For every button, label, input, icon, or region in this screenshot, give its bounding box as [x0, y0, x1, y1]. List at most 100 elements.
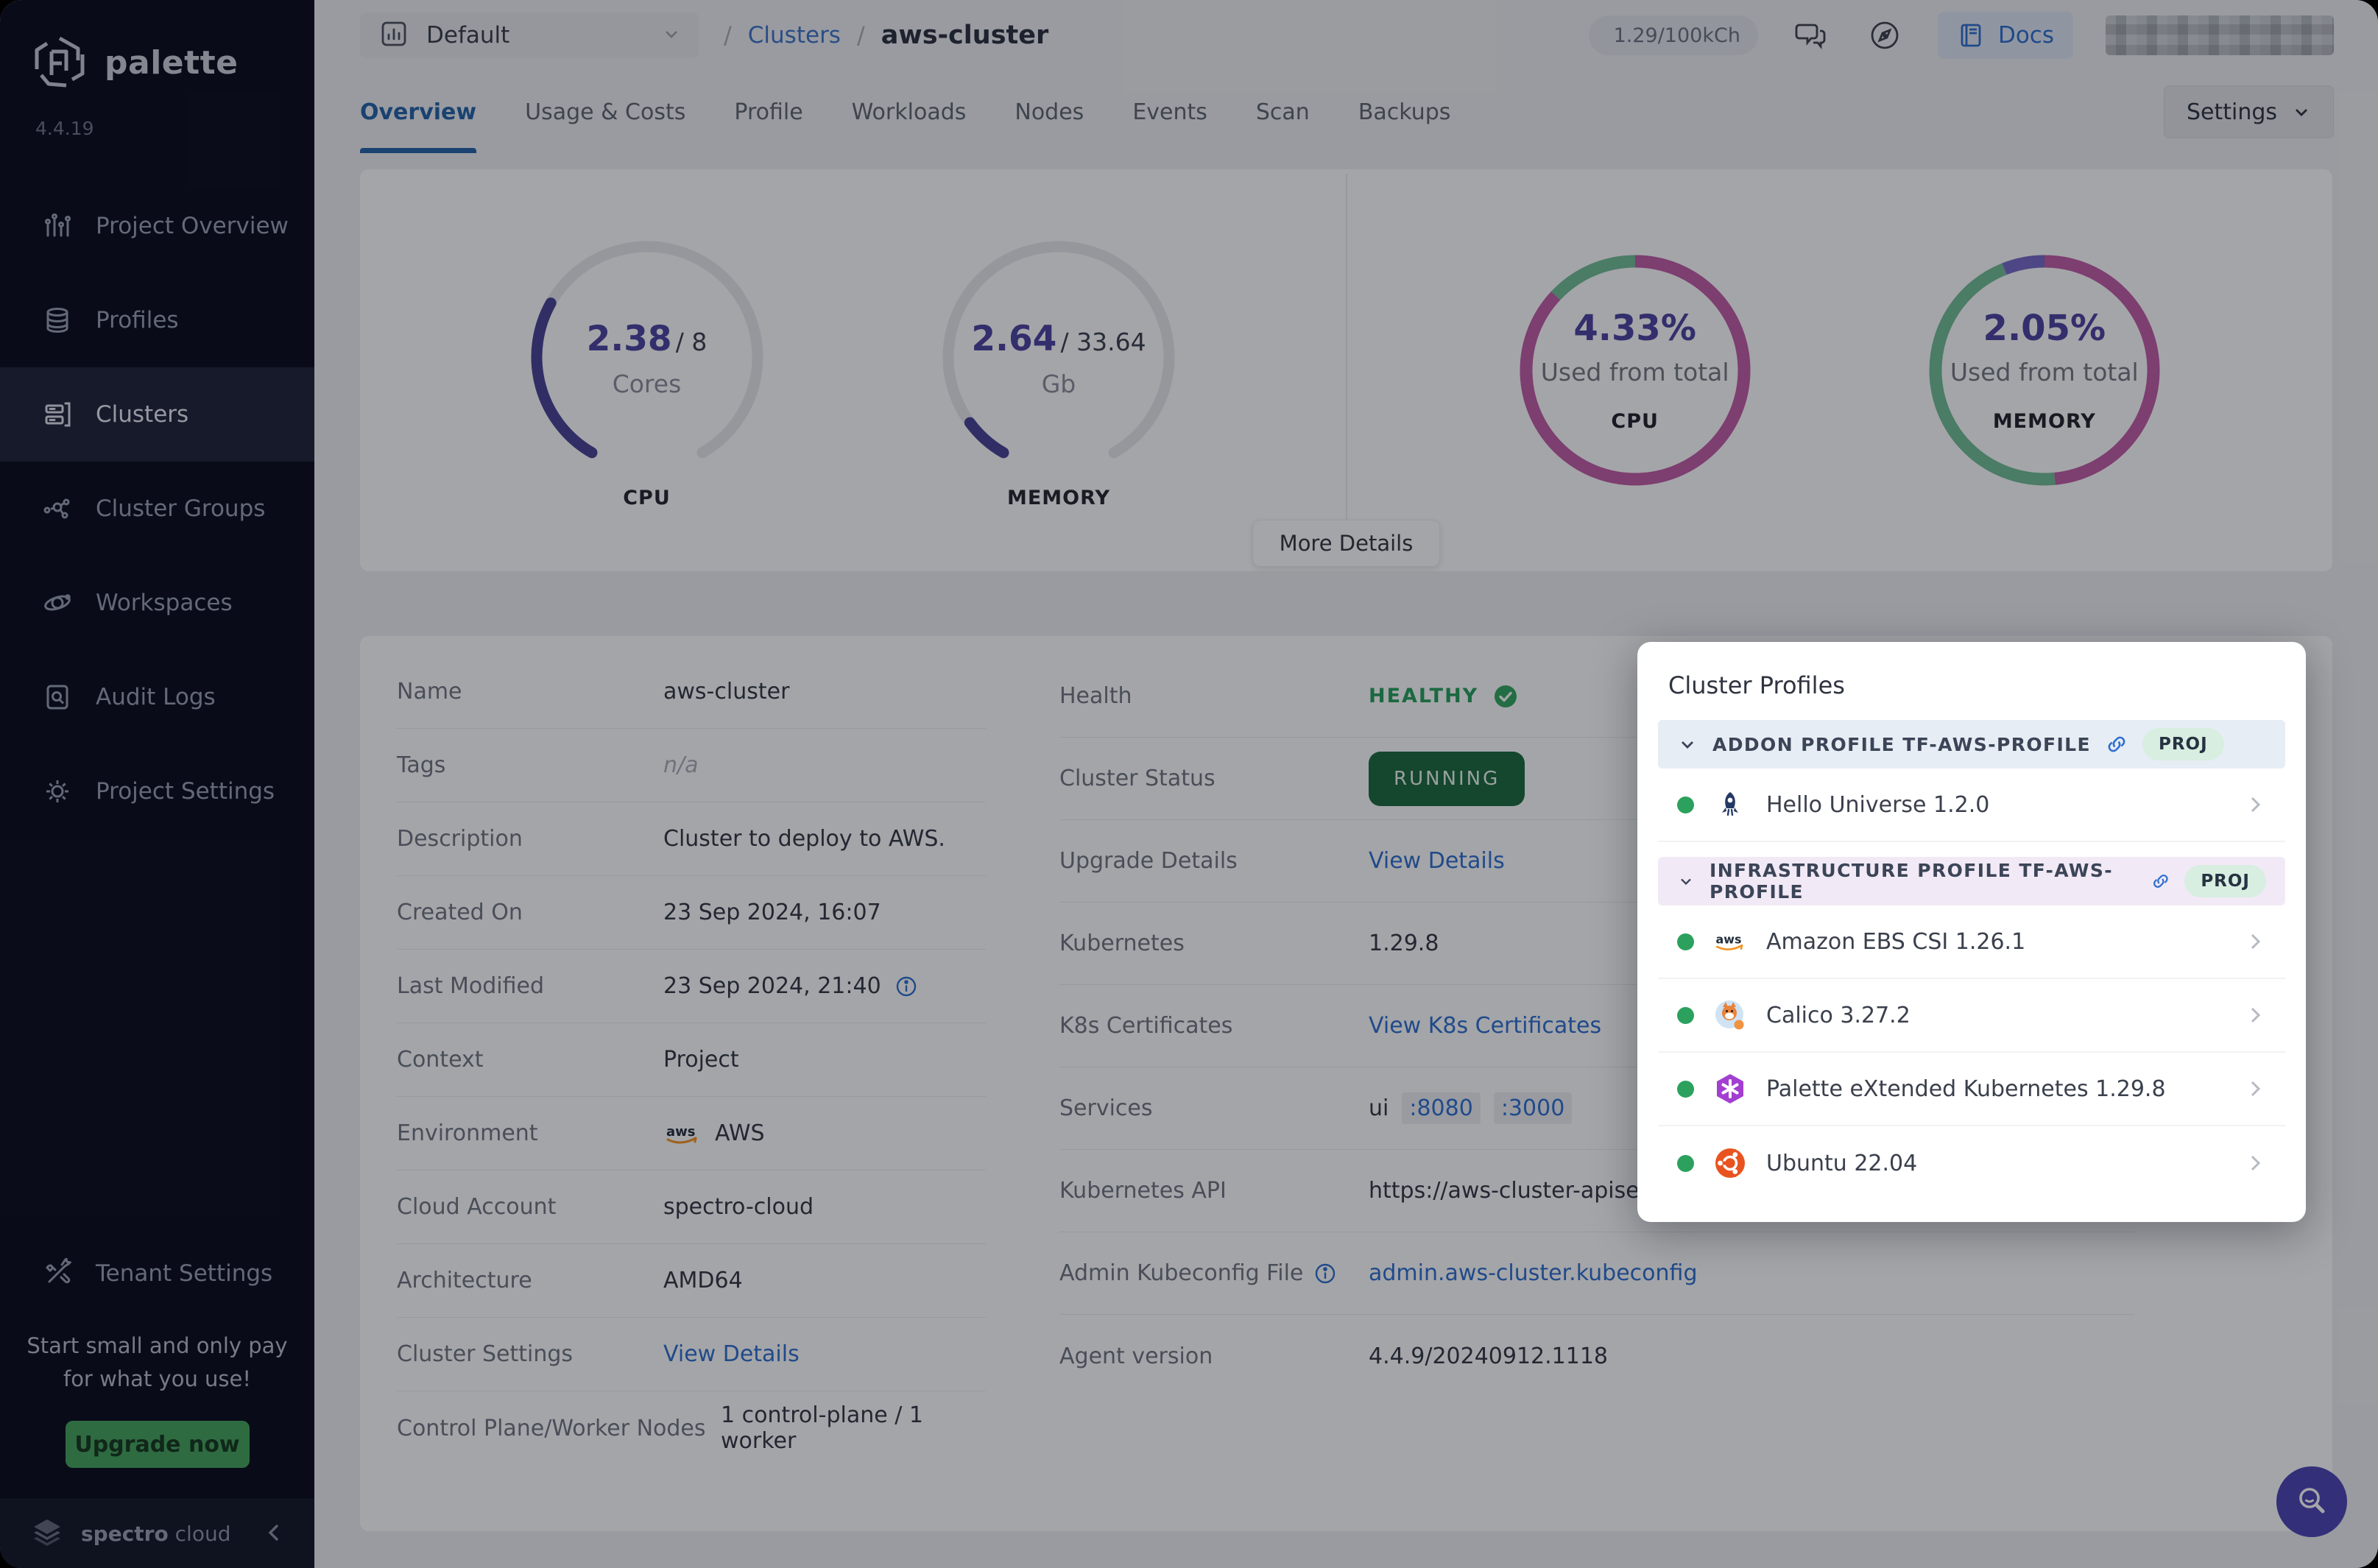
app-window: palette 4.4.19 Project Overview Profiles: [0, 0, 2378, 1568]
tab-profile[interactable]: Profile: [734, 71, 802, 153]
aws-logo-icon: aws: [1713, 925, 1747, 958]
tab-backups[interactable]: Backups: [1358, 71, 1451, 153]
chevron-down-icon: [1677, 734, 1698, 755]
service-port-link[interactable]: :8080: [1402, 1092, 1480, 1124]
cpu-total-value: / 8: [676, 328, 708, 356]
pack-status-dot: [1677, 1081, 1694, 1098]
gauges-panel: 2.38 / 8 Cores CPU 2.64: [360, 169, 1346, 571]
tab-usage-costs[interactable]: Usage & Costs: [525, 71, 685, 153]
tab-nodes[interactable]: Nodes: [1015, 71, 1084, 153]
search-fab-button[interactable]: [2276, 1466, 2347, 1537]
sidebar: palette 4.4.19 Project Overview Profiles: [0, 0, 314, 1568]
spectro-cloud-wordmark: spectro cloud: [81, 1522, 230, 1546]
sidebar-item-project-overview[interactable]: Project Overview: [0, 179, 314, 273]
memory-gauge-title: MEMORY: [934, 487, 1184, 509]
profile-pack-calico[interactable]: Calico 3.27.2: [1658, 979, 2285, 1053]
profile-pack-amazon-ebs-csi[interactable]: aws Amazon EBS CSI 1.26.1: [1658, 905, 2285, 979]
pack-status-dot: [1677, 933, 1694, 950]
project-overview-icon: [41, 210, 74, 242]
health-status: HEALTHY: [1369, 685, 1478, 707]
cluster-groups-icon: [41, 492, 74, 525]
tab-scan[interactable]: Scan: [1256, 71, 1310, 153]
infrastructure-profile-section-header[interactable]: INFRASTRUCTURE PROFILE TF-AWS-PROFILE PR…: [1658, 857, 2285, 905]
memory-total-value: / 33.64: [1060, 328, 1146, 356]
memory-used-percent: 2.05%: [1983, 308, 2106, 349]
detail-row-tags: Tags n/a: [397, 729, 986, 802]
sidebar-item-project-settings[interactable]: Project Settings: [0, 744, 314, 838]
more-details-button[interactable]: More Details: [1252, 520, 1441, 567]
tab-workloads[interactable]: Workloads: [852, 71, 967, 153]
service-port-link[interactable]: :3000: [1494, 1092, 1572, 1124]
proj-scope-badge: PROJ: [2142, 728, 2224, 760]
tab-events[interactable]: Events: [1132, 71, 1207, 153]
chevron-right-icon: [2244, 930, 2266, 953]
memory-donut-title: MEMORY: [1993, 410, 2096, 433]
ubuntu-icon: [1713, 1146, 1747, 1180]
topbar: Default / Clusters / aws-cluster 1.29/10…: [314, 0, 2378, 71]
workspaces-icon: [41, 587, 74, 619]
svg-text:aws: aws: [1716, 933, 1742, 947]
detail-row-agent-version: Agent version 4.4.9/20240912.1118: [1059, 1315, 2134, 1397]
sidebar-item-audit-logs[interactable]: Audit Logs: [0, 650, 314, 744]
details-left-column: Name aws-cluster Tags n/a Description Cl…: [360, 655, 1023, 1509]
addon-profile-section-header[interactable]: ADDON PROFILE TF-AWS-PROFILE PROJ: [1658, 720, 2285, 769]
project-selector[interactable]: Default: [360, 13, 699, 58]
check-circle-icon: [1492, 682, 1520, 710]
profile-pack-hello-universe[interactable]: Hello Universe 1.2.0: [1658, 769, 2285, 842]
upgrade-now-button[interactable]: Upgrade now: [66, 1421, 250, 1468]
info-icon[interactable]: [1313, 1262, 1337, 1285]
detail-row-last-modified: Last Modified 23 Sep 2024, 21:40: [397, 950, 986, 1023]
upgrade-view-details-link[interactable]: View Details: [1369, 848, 1505, 874]
memory-used-value: 2.64: [971, 319, 1056, 359]
user-identity-redacted: [2106, 15, 2334, 55]
brand-name: palette: [105, 44, 239, 82]
breadcrumb-clusters-link[interactable]: Clusters: [748, 22, 841, 49]
cluster-tabs: Overview Usage & Costs Profile Workloads…: [314, 71, 2378, 153]
sidebar-collapse-icon[interactable]: [263, 1522, 285, 1547]
sidebar-item-profiles[interactable]: Profiles: [0, 273, 314, 367]
tab-overview[interactable]: Overview: [360, 71, 476, 153]
settings-button[interactable]: Settings: [2164, 85, 2334, 138]
sidebar-item-label: Profiles: [96, 307, 179, 333]
profile-pack-palette-extended-kubernetes[interactable]: Palette eXtended Kubernetes 1.29.8: [1658, 1053, 2285, 1126]
hello-universe-icon: [1713, 788, 1747, 822]
detail-row-cloud-account: Cloud Account spectro-cloud: [397, 1170, 986, 1244]
service-name: ui: [1369, 1095, 1389, 1121]
cluster-settings-view-details-link[interactable]: View Details: [663, 1341, 800, 1367]
sidebar-item-cluster-groups[interactable]: Cluster Groups: [0, 462, 314, 556]
docs-button[interactable]: Docs: [1938, 12, 2073, 59]
aws-logo-icon: aws: [663, 1121, 702, 1146]
breadcrumb-separator: /: [724, 21, 732, 49]
usage-overview-card: 2.38 / 8 Cores CPU 2.64: [360, 169, 2332, 571]
sidebar-item-label: Tenant Settings: [96, 1260, 272, 1287]
chat-icon: [1792, 16, 1830, 54]
feedback-chat-button[interactable]: [1790, 15, 1832, 56]
cpu-donut-title: CPU: [1611, 410, 1659, 433]
memory-gauge: 2.64 / 33.64 Gb MEMORY: [934, 232, 1184, 509]
calico-icon: [1713, 998, 1747, 1032]
spectro-cloud-logo-icon: [29, 1515, 65, 1553]
profile-pack-ubuntu[interactable]: Ubuntu 22.04: [1658, 1126, 2285, 1200]
cpu-gauge-title: CPU: [522, 487, 772, 509]
pack-status-dot: [1677, 1155, 1694, 1172]
sidebar-item-workspaces[interactable]: Workspaces: [0, 556, 314, 650]
sidebar-item-clusters[interactable]: Clusters: [0, 367, 314, 462]
sidebar-item-label: Cluster Groups: [96, 495, 265, 522]
chevron-down-icon: [2292, 102, 2311, 121]
cpu-donut: 4.33% Used from total CPU: [1514, 249, 1757, 492]
sidebar-item-tenant-settings[interactable]: Tenant Settings: [0, 1237, 314, 1310]
palette-logo-icon: [32, 34, 87, 91]
info-icon[interactable]: [895, 975, 918, 998]
tour-compass-button[interactable]: [1864, 15, 1905, 56]
cpu-gauge: 2.38 / 8 Cores CPU: [522, 232, 772, 509]
view-k8s-certificates-link[interactable]: View K8s Certificates: [1369, 1013, 1601, 1039]
project-settings-icon: [41, 775, 74, 808]
link-icon: [2106, 733, 2128, 755]
detail-row-name: Name aws-cluster: [397, 655, 986, 729]
memory-unit: Gb: [934, 370, 1184, 398]
sidebar-item-label: Project Settings: [96, 778, 275, 805]
kubeconfig-download-link[interactable]: admin.aws-cluster.kubeconfig: [1369, 1260, 1697, 1286]
topbar-actions: 1.29/100kCh Docs: [1589, 12, 2334, 59]
detail-row-environment: Environment aws AWS: [397, 1097, 986, 1170]
proj-scope-badge: PROJ: [2184, 865, 2266, 897]
